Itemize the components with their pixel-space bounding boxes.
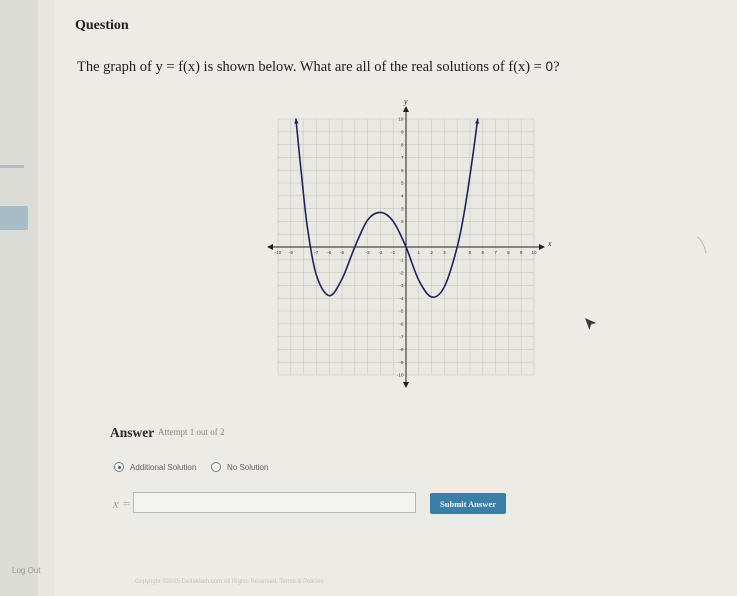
y-tick-label: -3	[399, 283, 404, 288]
x-tick-label: 5	[469, 250, 472, 255]
x-tick-label: 7	[494, 250, 497, 255]
x-tick-label: 1	[418, 250, 421, 255]
y-tick-label: -8	[399, 347, 404, 352]
y-tick-label: -1	[399, 258, 404, 263]
x-axis-arrow-left	[267, 244, 273, 250]
y-tick-label: 4	[401, 194, 404, 199]
question-heading: Question	[75, 18, 129, 33]
y-tick-label: 7	[401, 155, 404, 160]
y-tick-label: -2	[399, 270, 404, 275]
x-tick-label: -5	[340, 250, 345, 255]
y-tick-label: 2	[401, 219, 404, 224]
logout-link[interactable]: Log Out	[12, 566, 40, 575]
x-tick-label: -9	[289, 250, 294, 255]
attempt-info: Attempt 1 out of 2	[158, 427, 225, 437]
y-tick-label: -10	[397, 373, 404, 378]
x-tick-label: -7	[314, 250, 319, 255]
no-solution-label: No Solution	[227, 462, 269, 472]
x-tick-label: 6	[482, 250, 485, 255]
y-tick-label: -7	[399, 334, 404, 339]
y-axis-label: y	[403, 97, 408, 106]
y-tick-label: 10	[398, 117, 404, 122]
question-text-end: ?	[553, 59, 560, 75]
x-tick-label: -3	[366, 250, 371, 255]
x-tick-label: -10	[275, 250, 282, 255]
question-text-start: The graph of y = f(x) is shown below. Wh…	[77, 59, 546, 75]
answer-label: Answer	[110, 425, 155, 440]
y-tick-label: 5	[401, 181, 404, 186]
page: Question The graph of y = f(x) is shown …	[0, 0, 737, 596]
additional-solution-radio[interactable]	[114, 462, 124, 472]
x-tick-label: 10	[531, 250, 537, 255]
x-tick-label: -6	[327, 250, 332, 255]
no-solution-radio[interactable]	[211, 462, 221, 472]
mouse-cursor-icon	[585, 318, 596, 330]
y-axis-arrow-up	[403, 106, 409, 112]
y-tick-label: 3	[401, 206, 404, 211]
left-sidebar	[0, 0, 38, 596]
answer-input-label: x =	[113, 496, 131, 511]
y-tick-label: -6	[399, 322, 404, 327]
additional-solution-option[interactable]: Additional Solution	[114, 462, 196, 472]
x-tick-label: 9	[520, 250, 523, 255]
x-tick-label: -1	[391, 250, 396, 255]
question-text: The graph of y = f(x) is shown below. Wh…	[77, 59, 560, 76]
radio-selected-dot	[117, 465, 121, 469]
sidebar-divider	[0, 165, 24, 168]
copyright-text: Copyright ©2025 DeltaMath.com All Rights…	[135, 579, 324, 585]
y-tick-label: 9	[401, 130, 404, 135]
screen-edge-mark	[696, 236, 707, 254]
x-axis-label: x	[547, 239, 552, 248]
x-tick-label: -2	[378, 250, 383, 255]
x-tick-label: 3	[443, 250, 446, 255]
function-graph: -10 -9 -7 -6 -5 -3 -2 -1 1 2 3 5 6 7 8 9 10 10 9 8 7 6 5 4 3 2 -1 -…	[267, 97, 552, 388]
additional-solution-label: Additional Solution	[130, 462, 197, 472]
x-tick-label: 8	[507, 250, 510, 255]
no-solution-option[interactable]: No Solution	[211, 462, 268, 472]
question-text-zero: 0	[545, 59, 554, 74]
submit-answer-button[interactable]: Submit Answer	[430, 493, 506, 514]
y-tick-label: -9	[399, 360, 404, 365]
x-axis-arrow-right	[539, 244, 545, 250]
y-tick-label: -5	[399, 309, 404, 314]
y-tick-label: -4	[399, 296, 404, 301]
y-tick-label: 6	[401, 168, 404, 173]
x-tick-label: 2	[430, 250, 433, 255]
y-axis-arrow-down	[403, 382, 409, 388]
answer-input[interactable]	[133, 492, 416, 513]
sidebar-tab[interactable]	[0, 206, 28, 230]
y-tick-label: 8	[401, 142, 404, 147]
